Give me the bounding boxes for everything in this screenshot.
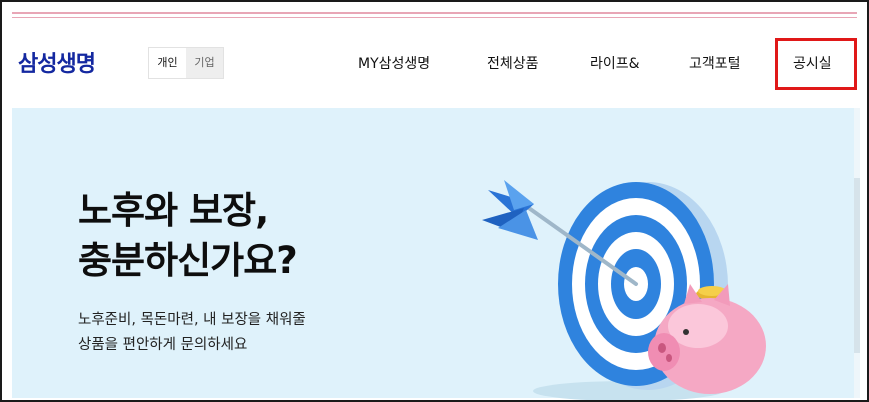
customer-type-toggle: 개인 기업 <box>148 47 224 79</box>
business-tab[interactable]: 기업 <box>186 48 223 78</box>
hero-headline-line1: 노후와 보장, <box>78 189 269 232</box>
hero-headline-line2: 충분하신가요? <box>78 239 298 282</box>
hero-banner[interactable]: 노후와 보장, 충분하신가요? 노후준비, 목돈마련, 내 보장을 채워줄 상품… <box>12 108 860 400</box>
hero-subtext-line1: 노후준비, 목돈마련, 내 보장을 채워줄 <box>78 312 306 328</box>
target-piggy-bank-illustration <box>482 180 766 400</box>
site-logo[interactable]: 삼성생명 <box>18 46 96 78</box>
browser-frame: 삼성생명 개인 기업 MY삼성생명 전체상품 라이프& 고객포털 공시실 노후와… <box>0 0 869 402</box>
highlight-box <box>775 38 857 90</box>
nav-all-products[interactable]: 전체상품 <box>487 53 539 73</box>
personal-tab[interactable]: 개인 <box>149 48 186 78</box>
nav-customer-portal[interactable]: 고객포털 <box>689 53 741 73</box>
hero-headline: 노후와 보장, 충분하신가요? <box>78 186 298 286</box>
nav-life[interactable]: 라이프& <box>590 53 640 73</box>
hero-subtext-line2: 상품을 편안하게 문의하세요 <box>78 337 248 353</box>
next-slide-edge <box>854 178 860 353</box>
nav-my-samsung-life[interactable]: MY삼성생명 <box>358 53 430 73</box>
top-divider <box>12 12 857 20</box>
site-header: 삼성생명 개인 기업 MY삼성생명 전체상품 라이프& 고객포털 공시실 <box>2 20 867 108</box>
hero-subtext: 노후준비, 목돈마련, 내 보장을 채워줄 상품을 편안하게 문의하세요 <box>78 308 306 358</box>
